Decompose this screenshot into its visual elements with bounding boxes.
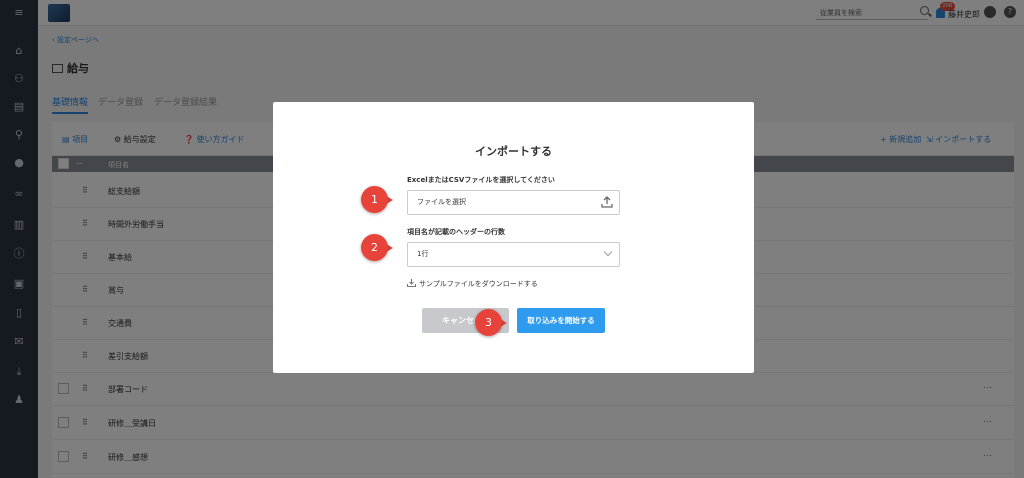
start-import-button[interactable]: 取り込みを開始する bbox=[517, 308, 605, 333]
file-select-placeholder: ファイルを選択 bbox=[417, 198, 466, 206]
upload-icon[interactable] bbox=[601, 196, 613, 208]
file-select-input[interactable]: ファイルを選択 bbox=[407, 190, 620, 215]
chevron-down-icon bbox=[603, 247, 613, 257]
sample-download-link[interactable]: サンプルファイルをダウンロードする bbox=[407, 279, 538, 289]
step-3-callout: 3 bbox=[475, 309, 509, 336]
callout-number: 3 bbox=[475, 309, 502, 336]
header-rows-select[interactable]: 1行 bbox=[407, 242, 620, 267]
modal-title: インポートする bbox=[475, 145, 552, 158]
step-2-callout: 2 bbox=[361, 234, 395, 261]
download-icon bbox=[407, 279, 416, 287]
sample-download-label: サンプルファイルをダウンロードする bbox=[419, 280, 538, 288]
import-modal: インポートする ExcelまたはCSVファイルを選択してください ファイルを選択… bbox=[273, 102, 754, 373]
file-select-label: ExcelまたはCSVファイルを選択してください bbox=[407, 176, 555, 184]
step-1-callout: 1 bbox=[361, 186, 395, 213]
header-rows-label: 項目名が記載のヘッダーの行数 bbox=[407, 228, 505, 236]
header-rows-value: 1行 bbox=[417, 250, 429, 258]
callout-number: 2 bbox=[361, 234, 388, 261]
callout-number: 1 bbox=[361, 186, 388, 213]
